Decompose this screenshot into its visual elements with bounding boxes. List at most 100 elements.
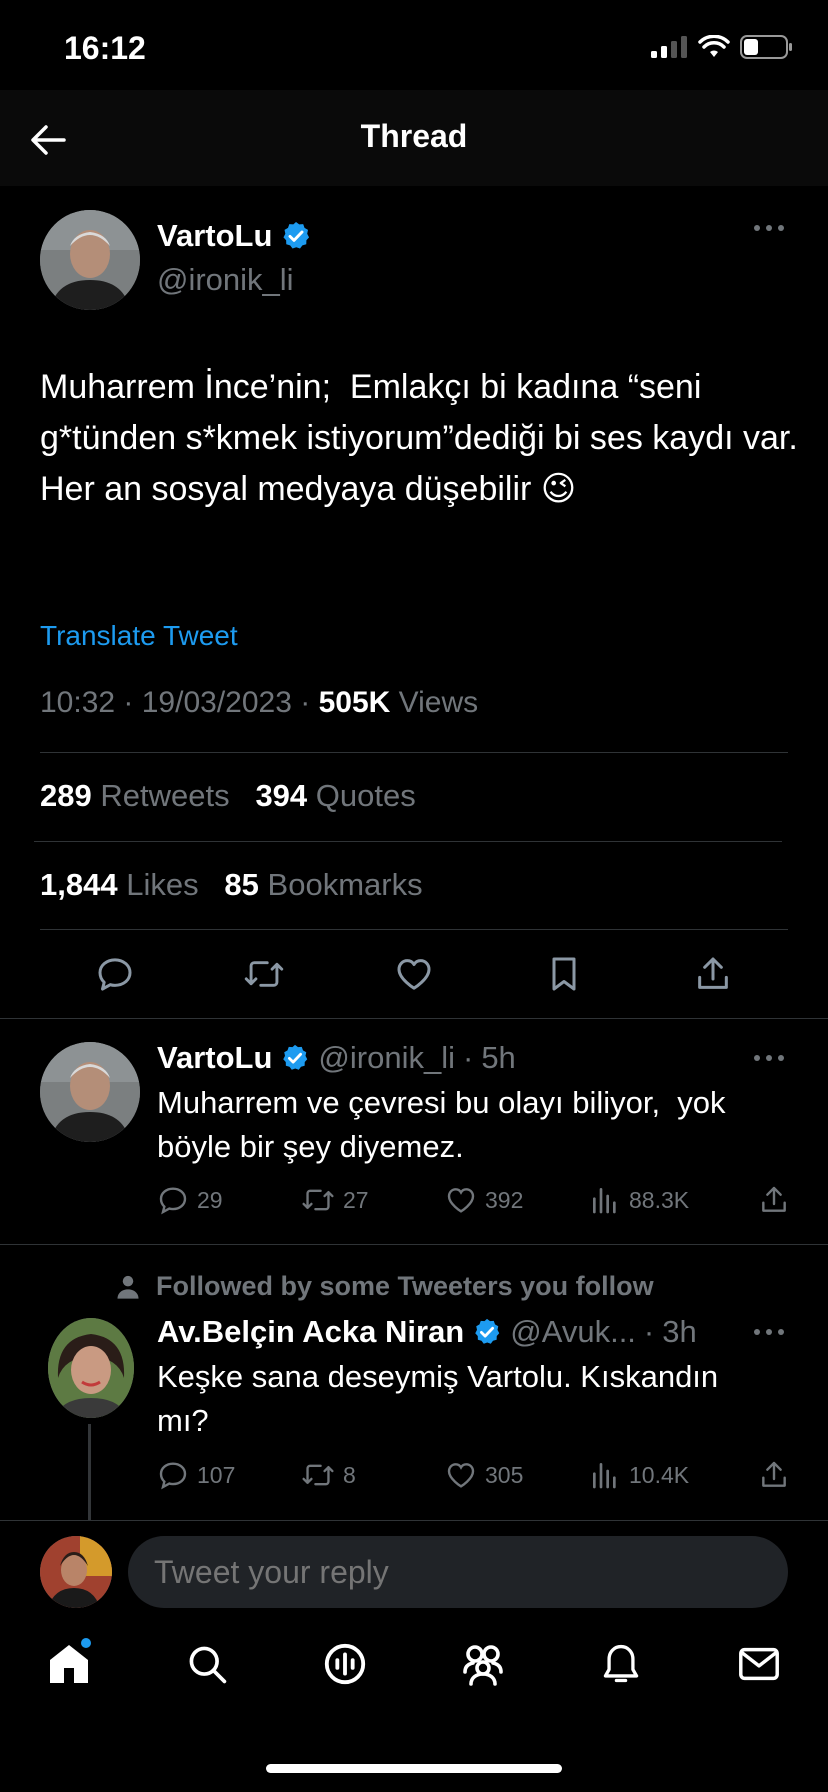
share-icon — [698, 957, 729, 989]
like-count: 392 — [485, 1186, 524, 1213]
retweet-button[interactable] — [240, 950, 288, 998]
like-icon — [447, 1463, 475, 1488]
tab-search[interactable] — [179, 1636, 235, 1692]
reply-text: Muharrem ve çevresi bu olayı biliyor, yo… — [157, 1085, 726, 1164]
reply-reply-button[interactable]: 29 — [157, 1184, 301, 1216]
reply-author-handle[interactable]: @ironik_li — [318, 1040, 455, 1076]
share-button[interactable] — [689, 950, 737, 998]
like-icon — [447, 1188, 475, 1213]
search-icon — [189, 1646, 227, 1684]
translate-tweet-link[interactable]: Translate Tweet — [40, 620, 238, 652]
tab-messages[interactable] — [731, 1636, 787, 1692]
retweet-icon — [302, 1464, 334, 1486]
reply-like-button[interactable]: 305 — [445, 1459, 589, 1491]
reply-more-button[interactable] — [752, 1326, 792, 1350]
reply-more-button[interactable] — [752, 1052, 792, 1076]
reply-share-button[interactable] — [758, 1459, 790, 1491]
tweet-text: Muharrem İnce’nin; Emlakçı bi kadına “se… — [40, 368, 798, 508]
tab-spaces[interactable] — [317, 1636, 373, 1692]
divider — [40, 752, 788, 753]
messages-icon — [739, 1647, 779, 1681]
retweet-count: 8 — [343, 1461, 356, 1488]
bookmark-button[interactable] — [540, 950, 588, 998]
author-name-line: VartoLu — [157, 218, 312, 254]
reply-author-avatar[interactable] — [40, 1042, 140, 1142]
share-icon — [762, 1186, 786, 1212]
reply-header: Av.Belçin Acka Niran @Avuk... · 3h — [157, 1314, 697, 1350]
social-context-text: Followed by some Tweeters you follow — [156, 1271, 654, 1301]
verified-badge-icon — [475, 1318, 500, 1344]
status-icons — [650, 34, 794, 60]
reply-views-button[interactable]: 10.4K — [589, 1459, 749, 1491]
reply-author-name[interactable]: Av.Belçin Acka Niran — [157, 1314, 464, 1350]
reply-retweet-button[interactable]: 27 — [301, 1184, 445, 1216]
reply-age: 5h — [481, 1040, 516, 1075]
reply-icon — [159, 1462, 187, 1490]
tab-home[interactable] — [41, 1636, 97, 1692]
reply-like-button[interactable]: 392 — [445, 1184, 589, 1216]
reply-action-row: 29 27 392 88.3K — [157, 1184, 790, 1216]
reply-count: 107 — [197, 1461, 236, 1488]
reply-icon — [98, 958, 132, 991]
battery-icon — [740, 35, 792, 59]
thread-line — [88, 1424, 91, 1520]
reply-age: 3h — [662, 1314, 697, 1349]
reply-reply-button[interactable]: 107 — [157, 1459, 301, 1491]
reply-retweet-button[interactable]: 8 — [301, 1459, 445, 1491]
reply-header: VartoLu @ironik_li · 5h — [157, 1040, 516, 1076]
author-avatar[interactable] — [40, 210, 140, 310]
retweet-count: 27 — [343, 1186, 369, 1213]
reply-input[interactable] — [128, 1536, 788, 1608]
like-bookmark-stats: 1,844 Likes 85 Bookmarks — [40, 867, 423, 903]
divider — [34, 841, 782, 842]
notification-dot — [81, 1638, 91, 1648]
likes-stat[interactable]: 1,844 Likes — [40, 867, 199, 902]
divider — [0, 1018, 828, 1019]
bottom-tab-bar — [0, 1636, 828, 1692]
reply-views-button[interactable]: 88.3K — [589, 1184, 749, 1216]
tweet-date: 19/03/2023 — [141, 686, 292, 719]
quotes-stat[interactable]: 394 Quotes — [255, 778, 415, 813]
spaces-icon — [324, 1643, 366, 1685]
reply-text: Keşke sana deseymiş Vartolu. Kıskandın m… — [157, 1359, 719, 1438]
divider — [40, 929, 788, 930]
social-context: Followed by some Tweeters you follow — [114, 1271, 654, 1302]
tweet-more-button[interactable] — [752, 222, 792, 246]
tab-communities[interactable] — [455, 1636, 511, 1692]
views-count: 88.3K — [629, 1186, 690, 1213]
like-button[interactable] — [390, 950, 438, 998]
views-count: 10.4K — [629, 1461, 690, 1488]
bookmark-icon — [552, 957, 576, 991]
views-icon — [593, 1188, 616, 1214]
verified-badge-icon — [283, 222, 310, 249]
retweets-stat[interactable]: 289 Retweets — [40, 778, 230, 813]
retweet-quote-stats: 289 Retweets 394 Quotes — [40, 778, 416, 814]
reply-button[interactable] — [91, 950, 139, 998]
wifi-icon — [698, 35, 730, 57]
cellular-signal-icon — [651, 36, 687, 58]
more-icon — [754, 225, 784, 231]
like-count: 305 — [485, 1461, 524, 1488]
like-icon — [397, 959, 431, 990]
tab-notifications[interactable] — [593, 1636, 649, 1692]
retweet-icon — [302, 1189, 334, 1211]
notifications-icon — [603, 1644, 639, 1683]
reply-action-row: 107 8 305 10.4K — [157, 1459, 790, 1491]
tweet-action-row — [40, 950, 788, 998]
tweet-time: 10:32 — [40, 686, 116, 719]
communities-icon — [463, 1645, 503, 1686]
bookmarks-stat[interactable]: 85 Bookmarks — [224, 867, 422, 902]
reply-author-avatar[interactable] — [48, 1318, 134, 1418]
tweet-meta: 10:32 · 19/03/2023 · 505K Views — [40, 686, 479, 719]
author-name[interactable]: VartoLu — [157, 218, 272, 254]
author-handle[interactable]: @ironik_li — [157, 262, 294, 298]
reply-author-handle[interactable]: @Avuk... — [510, 1314, 636, 1350]
reply-author-name[interactable]: VartoLu — [157, 1040, 272, 1076]
status-time: 16:12 — [64, 30, 146, 66]
views-label: Views — [398, 686, 479, 719]
more-icon — [754, 1329, 784, 1335]
more-icon — [754, 1055, 784, 1061]
reply-share-button[interactable] — [758, 1184, 790, 1216]
verified-badge-icon — [283, 1044, 308, 1070]
my-avatar[interactable] — [40, 1536, 112, 1608]
